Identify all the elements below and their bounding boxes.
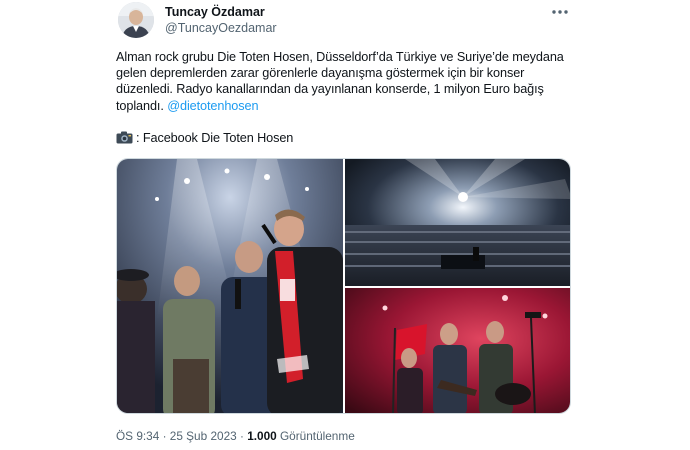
- views-label: Görüntülenme: [280, 429, 355, 443]
- tweet-date[interactable]: 25 Şub 2023: [170, 429, 237, 443]
- mention-link[interactable]: @dietotenhosen: [167, 99, 258, 113]
- meta-separator: ·: [159, 429, 170, 443]
- tweet-text: Alman rock grubu Die Toten Hosen, Düssel…: [116, 49, 578, 146]
- more-horizontal-icon[interactable]: [550, 4, 570, 20]
- photo-credit: : Facebook Die Toten Hosen: [116, 130, 578, 146]
- tweet-meta: ÖS 9:34 · 25 Şub 2023 · 1.000 Görüntülen…: [116, 429, 355, 443]
- views-count: 1.000: [247, 429, 277, 443]
- tweet-body: Alman rock grubu Die Toten Hosen, Düssel…: [116, 49, 578, 114]
- media-photo-band-on-stage[interactable]: [117, 159, 343, 413]
- meta-separator-2: ·: [236, 429, 248, 443]
- tweet-time[interactable]: ÖS 9:34: [116, 429, 159, 443]
- media-grid: [116, 158, 571, 414]
- media-photo-red-stage[interactable]: [345, 288, 570, 413]
- author-display-name[interactable]: Tuncay Özdamar: [165, 5, 265, 20]
- author-handle[interactable]: @TuncayOezdamar: [165, 21, 277, 36]
- avatar[interactable]: [118, 2, 154, 38]
- tweet: Tuncay Özdamar @TuncayOezdamar Alman roc…: [116, 0, 578, 450]
- media-photo-arena-crowd[interactable]: [345, 159, 570, 286]
- avatar-photo: [118, 2, 154, 38]
- camera-icon: [116, 131, 133, 144]
- photo-credit-text: : Facebook Die Toten Hosen: [136, 130, 294, 145]
